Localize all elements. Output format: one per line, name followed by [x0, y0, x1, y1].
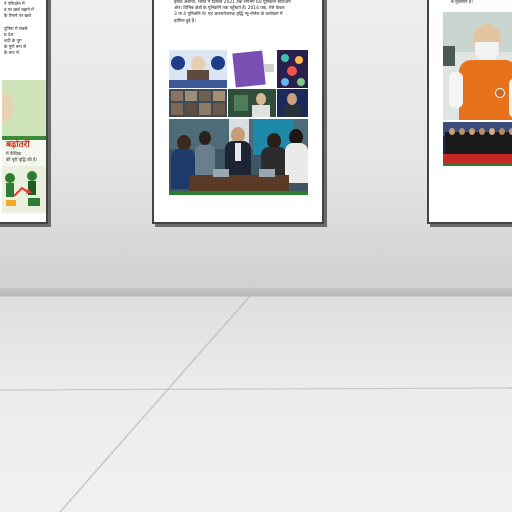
photo-purple-book-cover — [228, 50, 276, 88]
photo-green-lab — [228, 89, 276, 117]
center-poster-panel[interactable]: इसके अलावा, भारत में दिसंबर 2021 तक लगभग… — [152, 0, 324, 224]
gallery-floor — [0, 296, 512, 512]
left-poster-heading: बढ़ोतरी — [6, 140, 30, 150]
photo-speech-two-flags — [169, 50, 227, 88]
photo-speaker-portrait — [443, 12, 512, 120]
photo-startup-icons — [277, 50, 308, 88]
photo-group-event — [443, 122, 512, 166]
left-poster-infographic: बढ़ोतरी में वैश्विक की पूरी वृद्धि की है… — [2, 80, 46, 214]
floor-tile-lines — [0, 296, 512, 512]
photo-video-conference — [169, 89, 227, 117]
left-poster-panel[interactable]: ने परिवर्तन में ड पर खर्च बढ़ाने में के … — [0, 0, 48, 224]
right-poster-panel[interactable]: र्ब-नुकसान है। — [427, 0, 512, 224]
photo-blue-event — [277, 89, 308, 117]
growth-arrow-graphic — [2, 166, 46, 212]
left-poster-caption: की पूरी वृद्धि की है। — [6, 158, 38, 163]
photo-startup-meeting — [169, 119, 308, 195]
left-poster-line: के पैमाने पर खर्च — [4, 14, 31, 20]
wall-baseboard — [0, 288, 512, 296]
center-poster-line: हासिल हुई है। — [174, 18, 196, 24]
left-poster-line: के रूप में — [4, 51, 19, 57]
right-poster-line: र्ब-नुकसान है। — [451, 0, 473, 5]
